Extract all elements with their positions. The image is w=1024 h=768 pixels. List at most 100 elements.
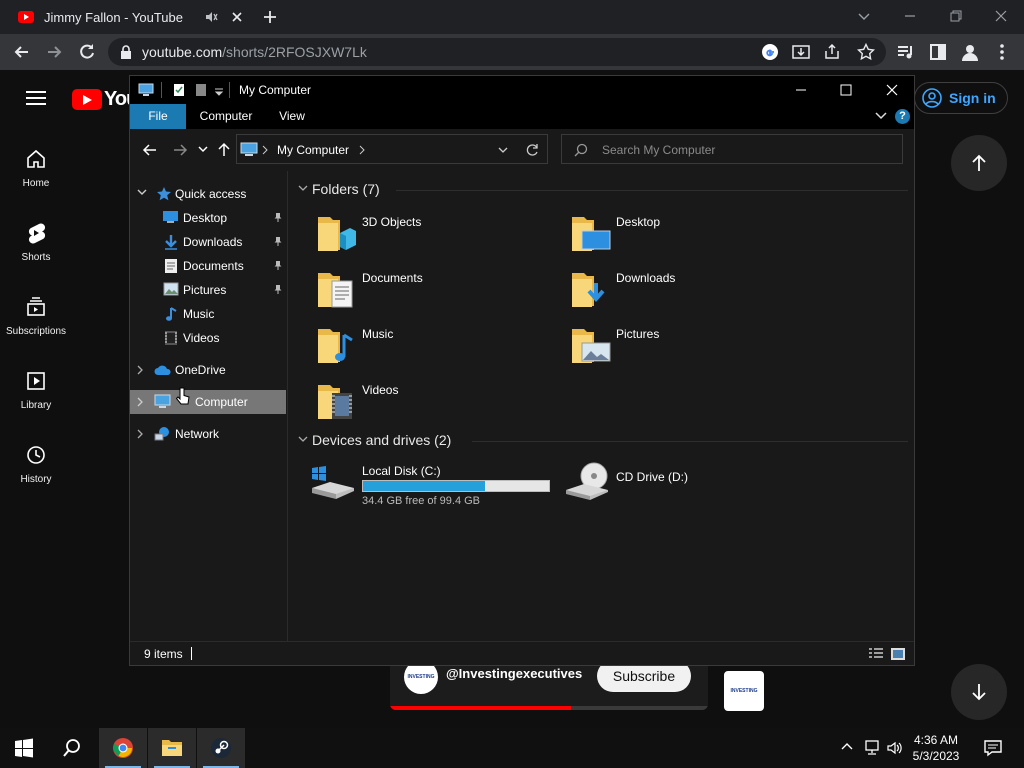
hamburger-menu-icon[interactable] [26, 90, 46, 106]
customize-toolbar-icon[interactable] [214, 83, 224, 97]
properties-icon[interactable] [172, 83, 186, 97]
minimize-icon[interactable] [794, 83, 808, 97]
help-button[interactable]: ? [895, 109, 910, 124]
chevron-down-icon[interactable] [298, 185, 308, 193]
close-icon[interactable] [885, 83, 899, 97]
tab-close-icon[interactable] [230, 10, 244, 24]
nav-network[interactable]: Network [130, 422, 286, 446]
yt-nav-history[interactable]: History [0, 444, 72, 485]
ribbon-tab-view[interactable]: View [270, 104, 314, 129]
nav-item-documents[interactable]: Documents [130, 254, 286, 278]
drive-cd-d[interactable]: CD Drive (D:) [564, 460, 764, 512]
computer-icon[interactable] [138, 83, 154, 97]
yt-nav-home[interactable]: Home [0, 148, 72, 189]
profile-icon[interactable] [960, 42, 980, 62]
ribbon-tab-file[interactable]: File [130, 104, 186, 129]
taskbar-chrome[interactable] [99, 728, 147, 768]
nav-item-downloads[interactable]: Downloads [130, 230, 286, 254]
taskbar-clock[interactable]: 4:36 AM 5/3/2023 [904, 732, 968, 764]
close-window-icon[interactable] [993, 8, 1009, 24]
drive-local-disk-c[interactable]: Local Disk (C:) 34.4 GB free of 99.4 GB [310, 460, 560, 512]
tab-audio-icon[interactable] [204, 10, 218, 24]
nav-onedrive[interactable]: OneDrive [130, 358, 286, 382]
share-icon[interactable] [823, 44, 841, 60]
new-tab-icon[interactable] [262, 9, 278, 25]
media-control-icon[interactable] [896, 42, 916, 62]
address-field[interactable]: My Computer [236, 134, 548, 164]
browser-tab[interactable]: Jimmy Fallon - YouTube [8, 0, 248, 34]
kebab-menu-icon[interactable] [994, 42, 1010, 62]
reload-icon[interactable] [77, 42, 97, 62]
sign-in-button[interactable]: Sign in [914, 82, 1008, 114]
nav-item-pictures[interactable]: Pictures [130, 278, 286, 302]
notifications-icon[interactable] [983, 738, 1003, 758]
minimize-icon[interactable] [902, 8, 918, 24]
yt-nav-library[interactable]: Library [0, 370, 72, 411]
yt-nav-subscriptions[interactable]: Subscriptions [0, 296, 72, 337]
nav-computer[interactable]: Computer [130, 387, 286, 414]
chevron-right-icon[interactable] [137, 429, 145, 439]
pin-icon[interactable] [273, 284, 283, 294]
folder-documents[interactable]: Documents [316, 265, 556, 317]
forward-arrow-icon[interactable] [44, 42, 64, 62]
lock-icon[interactable] [120, 45, 132, 59]
folder-music[interactable]: Music [316, 321, 556, 373]
folder-desktop[interactable]: Desktop [570, 209, 810, 261]
pin-icon[interactable] [273, 260, 283, 270]
back-icon[interactable] [142, 142, 158, 158]
install-app-icon[interactable] [792, 44, 810, 60]
folder-videos[interactable]: Videos [316, 377, 556, 429]
short-progress-bar[interactable] [390, 706, 708, 710]
large-icons-view-icon[interactable] [890, 647, 906, 661]
chevron-down-icon[interactable] [298, 436, 308, 444]
channel-thumbnail[interactable]: INVESTING EXECUTIVES [724, 671, 764, 734]
subscribe-button[interactable]: Subscribe [597, 666, 691, 692]
show-hidden-icons[interactable] [840, 740, 854, 754]
ribbon-tab-computer[interactable]: Computer [192, 104, 260, 129]
chevron-right-icon[interactable] [262, 145, 268, 155]
expand-ribbon-icon[interactable] [875, 112, 887, 120]
forward-icon[interactable] [172, 142, 188, 158]
maximize-icon[interactable] [839, 83, 853, 97]
chevron-down-icon[interactable] [498, 146, 508, 154]
new-folder-icon[interactable] [194, 83, 208, 97]
channel-avatar[interactable]: INVESTING EXECUTIVES [404, 666, 438, 710]
next-short-button[interactable] [951, 664, 1007, 720]
youtube-logo[interactable]: You [72, 88, 138, 111]
chevron-right-icon[interactable] [137, 397, 145, 407]
chevron-right-icon[interactable] [359, 145, 365, 155]
bookmark-star-icon[interactable] [857, 43, 875, 61]
nav-item-videos[interactable]: Videos [130, 326, 286, 350]
restore-icon[interactable] [948, 8, 964, 24]
taskbar-file-explorer[interactable] [148, 728, 196, 768]
pin-icon[interactable] [273, 236, 283, 246]
channel-handle[interactable]: @Investingexecutives [446, 666, 582, 681]
google-icon[interactable] [761, 43, 779, 61]
network-status-icon[interactable] [863, 740, 881, 756]
folder-downloads[interactable]: Downloads [570, 265, 810, 317]
folder-3d-objects[interactable]: 3D Objects [316, 209, 556, 261]
pin-icon[interactable] [273, 212, 283, 222]
folder-pictures[interactable]: Pictures [570, 321, 810, 373]
refresh-icon[interactable] [526, 143, 540, 157]
drives-group-header[interactable]: Devices and drives (2) [296, 432, 908, 452]
taskbar-steam[interactable] [197, 728, 245, 768]
side-panel-icon[interactable] [928, 42, 948, 62]
taskbar-search-button[interactable] [48, 728, 96, 768]
details-view-icon[interactable] [868, 647, 884, 661]
chevron-right-icon[interactable] [137, 365, 145, 375]
up-icon[interactable] [216, 142, 232, 158]
previous-short-button[interactable] [951, 135, 1007, 191]
yt-nav-shorts[interactable]: Shorts [0, 222, 72, 263]
address-bar[interactable]: youtube.com/shorts/2RFOSJXW7Lk [108, 38, 886, 66]
start-button[interactable] [0, 728, 48, 768]
nav-quick-access[interactable]: Quick access [130, 182, 286, 206]
search-input[interactable]: Search My Computer [561, 134, 903, 164]
back-arrow-icon[interactable] [12, 42, 32, 62]
nav-item-desktop[interactable]: Desktop [130, 206, 286, 230]
nav-item-music[interactable]: Music [130, 302, 286, 326]
volume-icon[interactable] [886, 740, 902, 756]
recent-locations-icon[interactable] [198, 145, 208, 153]
chevron-down-icon[interactable] [137, 189, 147, 197]
folders-group-header[interactable]: Folders (7) [296, 181, 908, 201]
